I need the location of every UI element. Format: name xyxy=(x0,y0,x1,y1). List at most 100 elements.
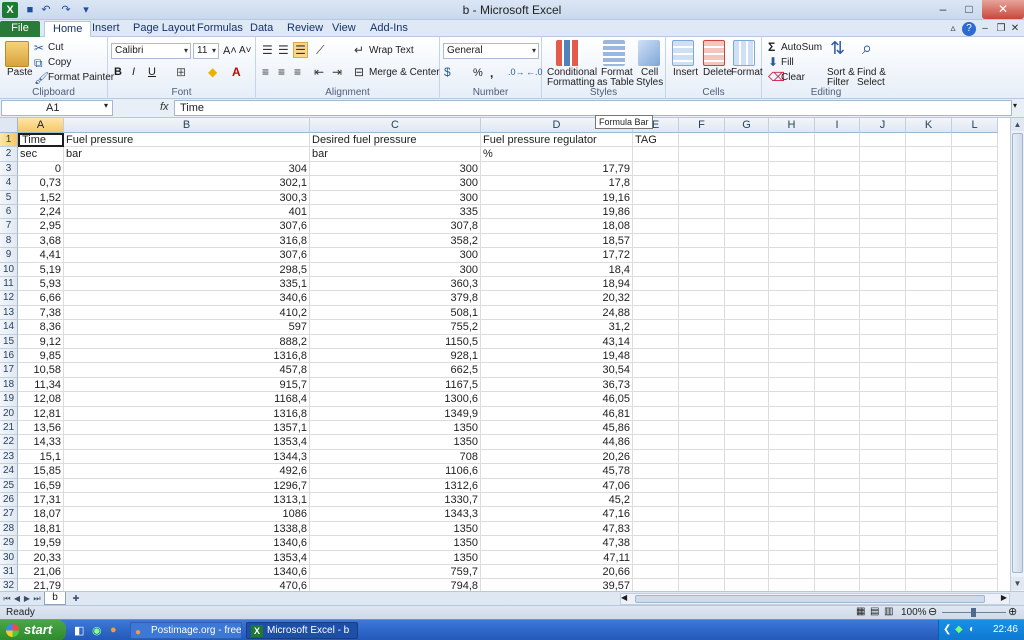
increase-indent-icon[interactable]: ⇥ xyxy=(332,65,342,79)
prev-sheet-icon[interactable]: ◀ xyxy=(12,593,22,605)
cell-col-f[interactable] xyxy=(679,435,725,450)
cell-col-f[interactable] xyxy=(679,421,725,436)
cell-col-f[interactable] xyxy=(679,262,725,277)
cell-col-j[interactable] xyxy=(860,565,906,580)
row-header[interactable]: 10 xyxy=(0,262,18,277)
row-header[interactable]: 8 xyxy=(0,233,18,249)
cell-col-e[interactable] xyxy=(633,205,679,220)
cell-col-g[interactable] xyxy=(725,421,769,436)
cell-col-j[interactable] xyxy=(860,377,906,393)
cell-col-f[interactable] xyxy=(679,579,725,591)
cell-col-k[interactable] xyxy=(906,133,952,148)
normal-view-icon[interactable]: ▦ xyxy=(856,606,865,617)
row-header[interactable]: 15 xyxy=(0,334,18,349)
cell-col-g[interactable] xyxy=(725,550,769,565)
cell-col-e[interactable] xyxy=(633,493,679,508)
volume-icon[interactable]: ◐ xyxy=(969,624,975,635)
worksheet-grid[interactable]: A B C D E F G H I J K L 1 Time Fuel pressure Desired fu… xyxy=(0,118,1010,591)
row-header[interactable]: 13 xyxy=(0,305,18,321)
cell-col-l[interactable] xyxy=(952,176,998,191)
cell-col-i[interactable] xyxy=(815,190,860,205)
cell-col-i[interactable] xyxy=(815,320,860,335)
cell-col-l[interactable] xyxy=(952,305,998,321)
cell-col-e[interactable] xyxy=(633,291,679,306)
delete-cells-icon[interactable] xyxy=(703,40,725,66)
row-header[interactable]: 30 xyxy=(0,550,18,565)
column-header-a[interactable]: A xyxy=(18,118,64,133)
font-size-select[interactable]: 11 ▾ xyxy=(193,43,219,59)
insert-function-button[interactable]: fx xyxy=(160,101,169,113)
cell-col-c[interactable]: 358,2 xyxy=(310,233,481,249)
cell-col-d[interactable]: 24,88 xyxy=(481,305,633,321)
cell-col-a[interactable]: 6,66 xyxy=(18,291,64,306)
cell-col-j[interactable] xyxy=(860,305,906,321)
cell-col-a[interactable]: 0,73 xyxy=(18,176,64,191)
align-right-icon[interactable]: ≡ xyxy=(294,65,301,79)
cell-col-i[interactable] xyxy=(815,147,860,162)
row-header[interactable]: 6 xyxy=(0,205,18,220)
cell-col-f[interactable] xyxy=(679,305,725,321)
cell-col-j[interactable] xyxy=(860,233,906,249)
cell-col-h[interactable] xyxy=(769,536,815,551)
tray-app-icon[interactable]: ◆ xyxy=(955,624,963,635)
cell-col-k[interactable] xyxy=(906,334,952,349)
insert-cells-icon[interactable] xyxy=(672,40,694,66)
column-header-b[interactable]: B xyxy=(64,118,310,133)
cell-col-e[interactable] xyxy=(633,550,679,565)
last-sheet-icon[interactable]: ⏭ xyxy=(32,593,42,605)
cell-col-a[interactable]: 0 xyxy=(18,161,64,177)
cell-col-b[interactable]: 316,8 xyxy=(64,233,310,249)
cell-col-e[interactable] xyxy=(633,507,679,522)
row-header[interactable]: 17 xyxy=(0,363,18,378)
cell-col-c[interactable]: Desired fuel pressure xyxy=(310,133,481,148)
font-color-icon[interactable]: A xyxy=(232,65,241,79)
cell-col-g[interactable] xyxy=(725,493,769,508)
first-sheet-icon[interactable]: ⏮ xyxy=(2,593,12,605)
cell-col-d[interactable]: Fuel pressure regulator xyxy=(481,133,633,148)
cell-col-e[interactable] xyxy=(633,147,679,162)
cell-col-a[interactable]: 9,12 xyxy=(18,334,64,349)
cell-col-l[interactable] xyxy=(952,205,998,220)
cell-col-l[interactable] xyxy=(952,464,998,479)
cell-col-e[interactable] xyxy=(633,320,679,335)
cell-col-k[interactable] xyxy=(906,205,952,220)
taskbar-item-excel[interactable]: X Microsoft Excel - b xyxy=(246,622,358,639)
cell-col-b[interactable]: 410,2 xyxy=(64,305,310,321)
cell-col-e[interactable] xyxy=(633,579,679,591)
cell-col-a[interactable]: 18,81 xyxy=(18,521,64,537)
cell-col-k[interactable] xyxy=(906,507,952,522)
cell-col-c[interactable]: 1150,5 xyxy=(310,334,481,349)
align-middle-icon[interactable]: ☰ xyxy=(278,43,289,57)
cell-col-c[interactable]: 1350 xyxy=(310,550,481,565)
cell-col-l[interactable] xyxy=(952,536,998,551)
horizontal-scroll-thumb[interactable] xyxy=(635,595,985,603)
row-header[interactable]: 26 xyxy=(0,493,18,508)
cell-col-a[interactable]: 4,41 xyxy=(18,248,64,263)
cell-col-j[interactable] xyxy=(860,449,906,465)
cell-col-c[interactable]: 794,8 xyxy=(310,579,481,591)
cell-col-f[interactable] xyxy=(679,464,725,479)
cell-col-k[interactable] xyxy=(906,176,952,191)
cell-col-f[interactable] xyxy=(679,219,725,234)
cell-col-d[interactable]: 45,2 xyxy=(481,493,633,508)
cell-col-h[interactable] xyxy=(769,147,815,162)
workbook-close-icon[interactable]: ✕ xyxy=(1008,22,1022,36)
minimize-ribbon-icon[interactable]: ▵ xyxy=(946,22,960,36)
scroll-left-icon[interactable]: ◀ xyxy=(621,593,627,602)
cell-col-d[interactable]: 44,86 xyxy=(481,435,633,450)
row-header[interactable]: 7 xyxy=(0,219,18,234)
cell-col-c[interactable]: 1343,3 xyxy=(310,507,481,522)
cell-col-g[interactable] xyxy=(725,478,769,493)
cell-col-g[interactable] xyxy=(725,536,769,551)
next-sheet-icon[interactable]: ▶ xyxy=(22,593,32,605)
cell-col-f[interactable] xyxy=(679,205,725,220)
cell-col-b[interactable]: 470,6 xyxy=(64,579,310,591)
row-header[interactable]: 24 xyxy=(0,464,18,479)
cell-col-l[interactable] xyxy=(952,334,998,349)
cell-col-f[interactable] xyxy=(679,349,725,364)
cell-col-g[interactable] xyxy=(725,161,769,177)
cell-col-l[interactable] xyxy=(952,521,998,537)
cell-col-h[interactable] xyxy=(769,161,815,177)
cell-col-l[interactable] xyxy=(952,435,998,450)
formula-input[interactable]: Time xyxy=(174,100,1012,116)
